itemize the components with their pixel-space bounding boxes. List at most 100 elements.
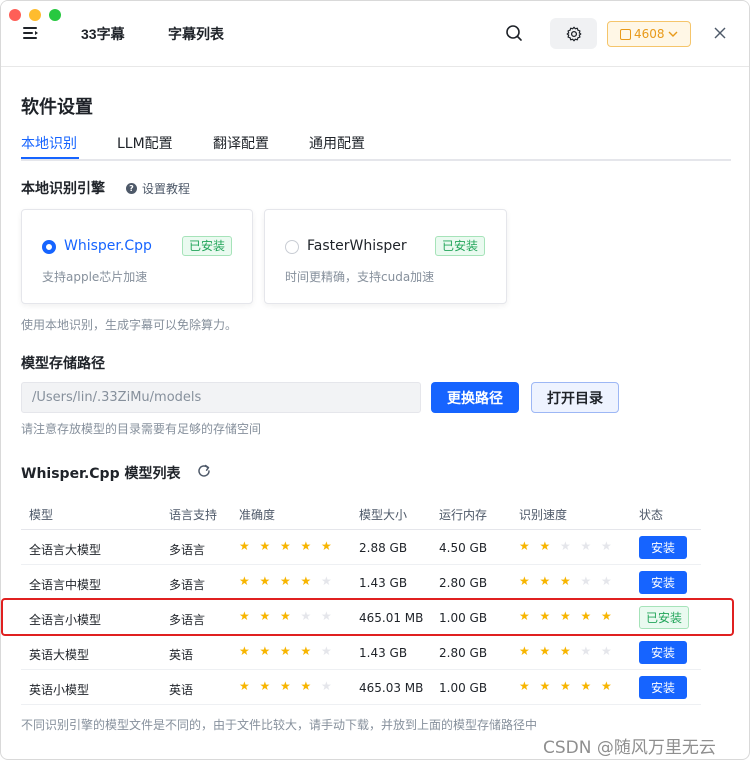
accuracy-rating: ★ ★ ★ ★ ★ xyxy=(239,680,342,692)
star-icon: ★ xyxy=(601,679,612,693)
star-icon: ★ xyxy=(519,539,530,553)
tab-llm-config[interactable]: LLM配置 xyxy=(117,133,173,153)
star-icon: ★ xyxy=(239,679,250,693)
storage-hint: 请注意存放模型的目录需要有足够的存储空间 xyxy=(21,422,262,436)
star-icon: ★ xyxy=(239,539,250,553)
model-language: 多语言 xyxy=(169,578,206,592)
star-icon: ★ xyxy=(300,539,312,553)
help-link[interactable]: ? 设置教程 xyxy=(126,180,190,197)
model-name: 英语小模型 xyxy=(29,683,90,697)
col-header: 识别速度 xyxy=(519,508,568,522)
chevron-down-icon xyxy=(668,31,678,37)
star-icon: ★ xyxy=(560,644,571,658)
model-footnote: 不同识别引擎的模型文件是不同的，由于文件比较大，请手动下载，并放到上面的模型存储… xyxy=(21,718,538,732)
install-button[interactable]: 安装 xyxy=(639,641,687,664)
menu-icon[interactable] xyxy=(23,26,39,40)
question-icon: ? xyxy=(126,183,137,194)
page-title: 软件设置 xyxy=(21,97,93,118)
star-icon: ★ xyxy=(300,574,312,588)
star-icon: ★ xyxy=(580,644,592,658)
nav-home[interactable]: 33字幕 xyxy=(81,24,125,44)
table-row: 英语小模型 英语 465.03 MB 1.00 GB ★ ★ ★ ★ ★ ★ ★ ★ ★ ★ 安装 xyxy=(21,670,701,705)
star-icon: ★ xyxy=(280,679,291,693)
model-path-input[interactable]: /Users/lin/.33ZiMu/models xyxy=(21,382,421,413)
search-icon[interactable] xyxy=(504,23,524,43)
model-size: 2.88 GB xyxy=(359,541,408,555)
model-name: 全语言中模型 xyxy=(29,578,102,592)
star-icon: ★ xyxy=(300,644,312,658)
star-icon: ★ xyxy=(601,539,612,553)
settings-button[interactable] xyxy=(550,18,597,49)
engine-name: Whisper.Cpp xyxy=(64,238,152,254)
speed-rating: ★ ★ ★ ★ ★ xyxy=(519,540,622,552)
engine-card-whisper-cpp[interactable]: Whisper.Cpp 已安装 支持apple芯片加速 xyxy=(21,209,253,304)
active-tab-indicator xyxy=(21,157,79,159)
installed-tag: 已安装 xyxy=(182,236,233,256)
star-icon: ★ xyxy=(560,539,571,553)
engine-desc: 支持apple芯片加速 xyxy=(42,270,148,284)
star-icon: ★ xyxy=(580,574,592,588)
install-button[interactable]: 安装 xyxy=(639,536,687,559)
accuracy-rating: ★ ★ ★ ★ ★ xyxy=(239,540,342,552)
col-header: 状态 xyxy=(639,508,664,522)
star-icon: ★ xyxy=(239,644,250,658)
star-icon: ★ xyxy=(601,644,612,658)
engine-radio[interactable] xyxy=(42,240,56,254)
star-icon: ★ xyxy=(539,644,551,658)
col-header: 模型 xyxy=(29,508,54,522)
close-icon[interactable] xyxy=(713,26,727,40)
tab-local-recognition[interactable]: 本地识别 xyxy=(21,133,77,153)
speed-rating: ★ ★ ★ ★ ★ xyxy=(519,575,622,587)
help-link-label: 设置教程 xyxy=(142,182,191,196)
model-size: 465.03 MB xyxy=(359,681,424,695)
settings-tabs: 本地识别 LLM配置 翻译配置 通用配置 xyxy=(21,131,731,161)
star-icon: ★ xyxy=(321,679,332,693)
table-row: 英语大模型 英语 1.43 GB 2.80 GB ★ ★ ★ ★ ★ ★ ★ ★ ★ ★ 安装 xyxy=(21,635,701,670)
model-memory: 4.50 GB xyxy=(439,541,488,555)
accuracy-rating: ★ ★ ★ ★ ★ xyxy=(239,575,342,587)
model-list-title: Whisper.Cpp 模型列表 xyxy=(21,466,181,482)
window-minimize-dot[interactable] xyxy=(29,9,41,21)
change-path-button[interactable]: 更换路径 xyxy=(431,382,519,413)
model-language: 英语 xyxy=(169,683,194,697)
window-maximize-dot[interactable] xyxy=(49,9,61,21)
table-header: 模型 语言支持 准确度 模型大小 运行内存 识别速度 状态 xyxy=(21,498,701,530)
chip-icon xyxy=(620,28,631,40)
install-button[interactable]: 安装 xyxy=(639,571,687,594)
star-icon: ★ xyxy=(259,679,271,693)
engine-radio[interactable] xyxy=(285,240,299,254)
star-icon: ★ xyxy=(321,574,332,588)
star-icon: ★ xyxy=(580,539,592,553)
star-icon: ★ xyxy=(280,644,291,658)
refresh-icon[interactable] xyxy=(196,463,212,479)
nav-subtitle-list[interactable]: 字幕列表 xyxy=(168,24,224,44)
engine-card-faster-whisper[interactable]: FasterWhisper 已安装 时间更精确，支持cuda加速 xyxy=(264,209,507,304)
window-close-dot[interactable] xyxy=(9,9,21,21)
star-icon: ★ xyxy=(321,539,332,553)
star-icon: ★ xyxy=(259,574,271,588)
settings-window: 33字幕 字幕列表 4608 软件设置 本地识别 LLM配置 翻译配置 通用配置… xyxy=(0,0,750,760)
engine-name: FasterWhisper xyxy=(307,238,407,254)
model-language: 英语 xyxy=(169,648,194,662)
model-size: 1.43 GB xyxy=(359,576,408,590)
engine-desc: 时间更精确，支持cuda加速 xyxy=(285,270,435,284)
accuracy-rating: ★ ★ ★ ★ ★ xyxy=(239,645,342,657)
tab-general-config[interactable]: 通用配置 xyxy=(309,133,365,153)
open-folder-button[interactable]: 打开目录 xyxy=(531,382,619,413)
star-icon: ★ xyxy=(601,574,612,588)
install-button[interactable]: 安装 xyxy=(639,676,687,699)
col-header: 模型大小 xyxy=(359,508,408,522)
star-icon: ★ xyxy=(259,539,271,553)
title-bar: 33字幕 字幕列表 4608 xyxy=(1,1,749,67)
gear-icon xyxy=(566,26,581,41)
star-icon: ★ xyxy=(519,679,530,693)
credits-badge[interactable]: 4608 xyxy=(607,21,691,47)
star-icon: ★ xyxy=(519,574,530,588)
model-memory: 1.00 GB xyxy=(439,681,488,695)
col-header: 准确度 xyxy=(239,508,276,522)
tab-translate-config[interactable]: 翻译配置 xyxy=(213,133,269,153)
watermark: CSDN @随风万里无云 xyxy=(543,738,716,758)
star-icon: ★ xyxy=(259,644,271,658)
star-icon: ★ xyxy=(239,574,250,588)
speed-rating: ★ ★ ★ ★ ★ xyxy=(519,645,622,657)
